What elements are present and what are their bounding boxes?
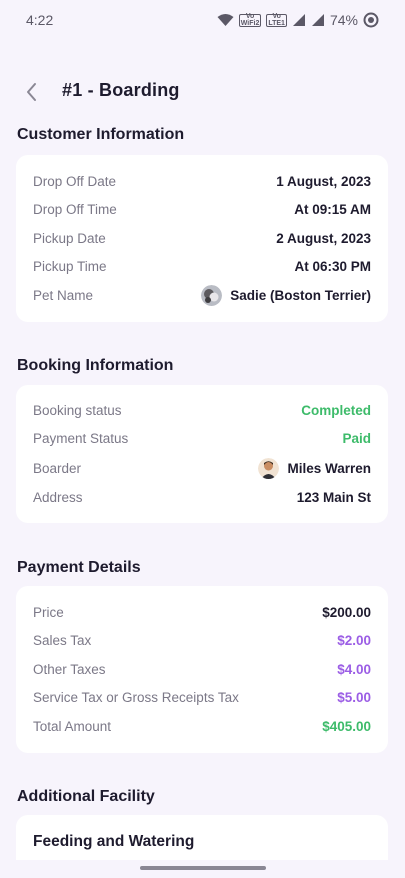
facility-item-title: Feeding and Watering [33, 833, 195, 850]
total-amount-row: Total Amount $405.00 [33, 712, 371, 741]
drop-off-date-row: Drop Off Date 1 August, 2023 [33, 167, 371, 196]
boarder-value[interactable]: Miles Warren [258, 457, 371, 479]
total-amount-label: Total Amount [33, 718, 112, 734]
booking-info-title: Booking Information [17, 357, 174, 374]
signal-icon [292, 13, 306, 27]
pet-avatar [201, 284, 223, 306]
status-icons: Vo WiFi2 Vo LTE1 74% [217, 12, 379, 28]
payment-status-value: Paid [342, 431, 371, 447]
back-button[interactable] [18, 78, 46, 106]
boarder-avatar [258, 457, 280, 479]
service-tax-value: $5.00 [337, 690, 371, 706]
pet-name-text: Sadie (Boston Terrier) [230, 287, 371, 303]
page-header: #1 - Boarding [0, 72, 405, 112]
customer-info-card: Drop Off Date 1 August, 2023 Drop Off Ti… [16, 155, 388, 322]
booking-status-value: Completed [301, 402, 371, 418]
pet-name-value[interactable]: Sadie (Boston Terrier) [201, 284, 371, 306]
payment-status-row: Payment Status Paid [33, 425, 371, 454]
price-row: Price $200.00 [33, 598, 371, 627]
status-time: 4:22 [26, 12, 54, 28]
address-row: Address 123 Main St [33, 483, 371, 512]
pet-name-label: Pet Name [33, 287, 94, 303]
total-amount-value: $405.00 [322, 718, 371, 734]
pickup-date-value: 2 August, 2023 [276, 230, 371, 246]
volte-wifi2-badge: Vo WiFi2 [238, 13, 262, 27]
pickup-date-label: Pickup Date [33, 230, 106, 246]
sales-tax-value: $2.00 [337, 633, 371, 649]
pickup-date-row: Pickup Date 2 August, 2023 [33, 224, 371, 253]
home-indicator[interactable] [140, 866, 266, 870]
address-label: Address [33, 489, 83, 505]
payment-details-card: Price $200.00 Sales Tax $2.00 Other Taxe… [16, 586, 388, 753]
boarder-row: Boarder Miles Warren [33, 453, 371, 483]
chevron-left-icon [27, 83, 36, 101]
drop-off-date-label: Drop Off Date [33, 173, 117, 189]
address-value: 123 Main St [296, 489, 371, 505]
boarder-label: Boarder [33, 460, 82, 476]
booking-info-card: Booking status Completed Payment Status … [16, 385, 388, 523]
drop-off-time-value: At 09:15 AM [294, 202, 371, 218]
booking-status-label: Booking status [33, 402, 122, 418]
sales-tax-label: Sales Tax [33, 633, 92, 649]
additional-facility-title: Additional Facility [17, 788, 155, 805]
signal-icon [311, 13, 325, 27]
pickup-time-value: At 06:30 PM [294, 259, 371, 275]
drop-off-time-label: Drop Off Time [33, 202, 117, 218]
other-taxes-label: Other Taxes [33, 661, 106, 677]
service-tax-label: Service Tax or Gross Receipts Tax [33, 690, 239, 706]
pet-name-row: Pet Name Sadie (Boston Terrier) [33, 281, 371, 310]
status-bar: 4:22 Vo WiFi2 Vo LTE1 74% [0, 0, 405, 40]
pickup-time-row: Pickup Time At 06:30 PM [33, 253, 371, 282]
volte-lte1-badge: Vo LTE1 [266, 13, 287, 27]
payment-details-title: Payment Details [17, 559, 141, 576]
drop-off-date-value: 1 August, 2023 [276, 173, 371, 189]
wifi-icon [217, 13, 234, 27]
other-taxes-value: $4.00 [337, 661, 371, 677]
other-taxes-row: Other Taxes $4.00 [33, 655, 371, 684]
price-value: $200.00 [322, 604, 371, 620]
battery-percent: 74% [329, 12, 358, 28]
battery-icon [363, 12, 379, 28]
customer-info-title: Customer Information [17, 126, 185, 143]
booking-status-row: Booking status Completed [33, 396, 371, 425]
page-title: #1 - Boarding [62, 80, 180, 100]
payment-status-label: Payment Status [33, 431, 129, 447]
drop-off-time-row: Drop Off Time At 09:15 AM [33, 196, 371, 225]
price-label: Price [33, 604, 64, 620]
boarder-name: Miles Warren [287, 460, 371, 476]
sales-tax-row: Sales Tax $2.00 [33, 627, 371, 656]
pickup-time-label: Pickup Time [33, 259, 107, 275]
service-tax-row: Service Tax or Gross Receipts Tax $5.00 [33, 684, 371, 713]
